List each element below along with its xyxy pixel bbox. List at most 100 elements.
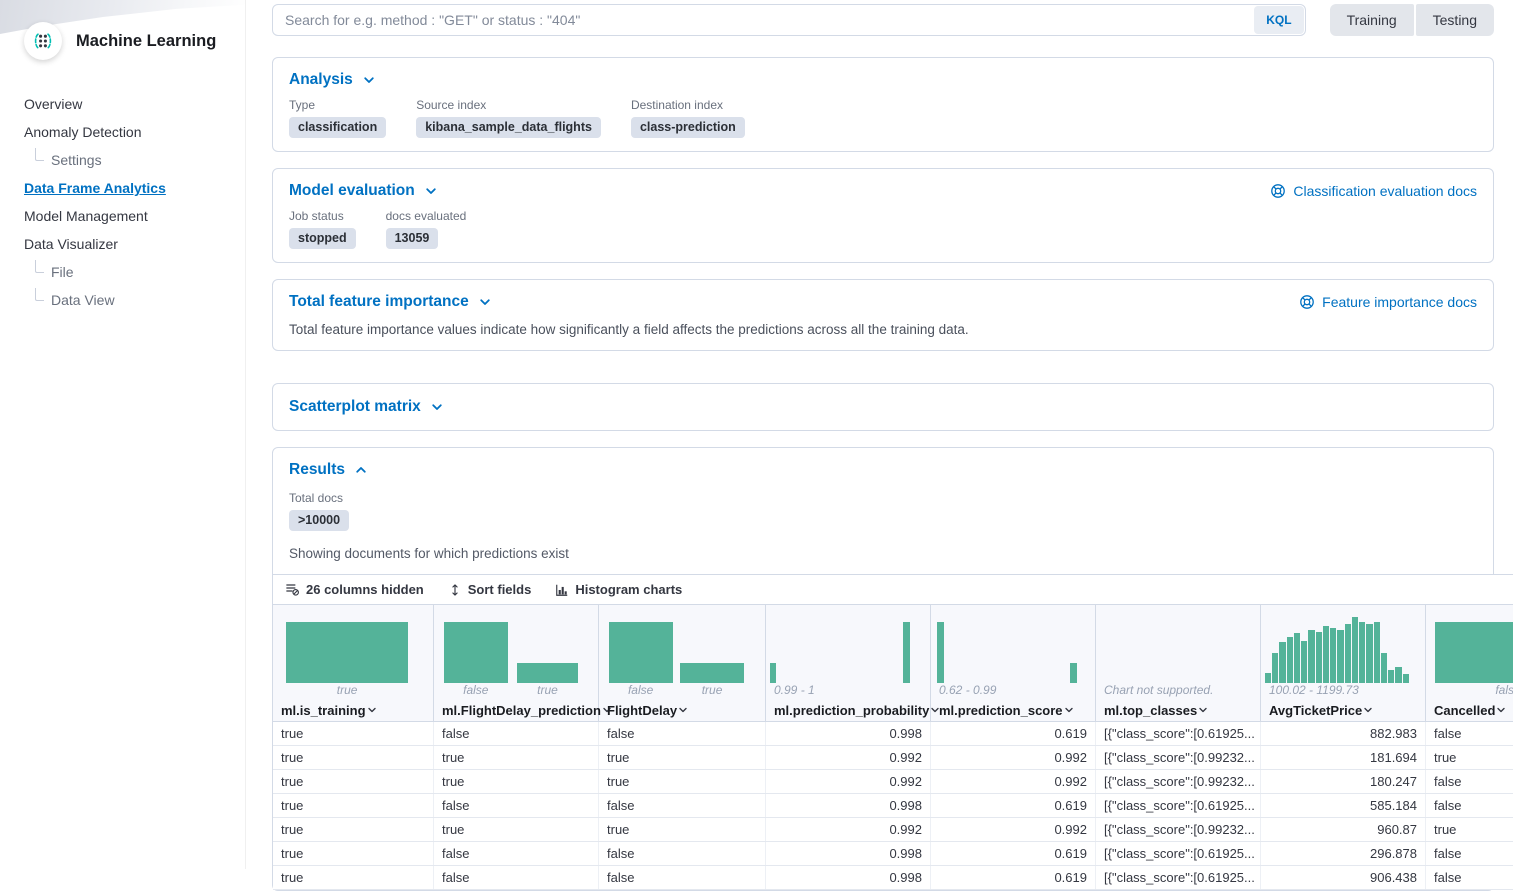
column-name[interactable]: ml.is_training [273,699,433,721]
table-cell: 180.247 [1261,770,1426,793]
column-header-avgticketprice[interactable]: 100.02 - 1199.73AvgTicketPrice [1261,605,1426,721]
sidebar-item-file[interactable]: File [24,258,229,286]
sidebar-item-label: Data Frame Analytics [24,180,166,196]
table-cell: 181.694 [1261,746,1426,769]
search-input[interactable] [272,4,1306,36]
sidebar-item-model-management[interactable]: Model Management [24,202,229,230]
histogram-bar [286,622,408,683]
column-header-ml-is-training[interactable]: trueml.is_training [273,605,434,721]
table-cell: false [434,842,599,865]
column-name[interactable]: Cancelled [1426,699,1513,721]
training-button[interactable]: Training [1330,4,1414,36]
column-name[interactable]: AvgTicketPrice [1261,699,1425,721]
chevron-down-icon[interactable] [1362,704,1374,716]
chevron-down-icon[interactable] [1495,704,1507,716]
column-header-flightdelay[interactable]: falsetrueFlightDelay [599,605,766,721]
table-cell: false [1426,770,1513,793]
scatterplot-matrix-panel-toggle[interactable]: Scatterplot matrix [289,398,444,416]
histogram-bar [1345,624,1351,683]
histogram-bar [1388,670,1394,683]
column-name-label: ml.prediction_score [939,703,1063,718]
columns-hidden-button[interactable]: 26 columns hidden [283,582,426,597]
table-cell: true [273,842,434,865]
table-cell: 0.619 [931,794,1096,817]
main-content: KQL Training Testing Analysis Type class… [246,0,1513,869]
app-title: Machine Learning [76,32,216,51]
chevron-down-icon[interactable] [1197,704,1209,716]
column-name[interactable]: ml.prediction_score [931,699,1095,721]
table-cell: [{"class_score":[0.61925... [1096,794,1261,817]
column-name[interactable]: ml.prediction_probability [766,699,930,721]
table-cell: [{"class_score":[0.99232... [1096,818,1261,841]
histogram-labels: falsetrue [599,683,765,699]
chevron-down-icon[interactable] [1063,704,1075,716]
column-histogram [599,605,765,683]
classification-evaluation-docs-link[interactable]: Classification evaluation docs [1270,183,1477,199]
panel-title: Results [289,461,345,479]
field-destination-index: Destination index class-prediction [631,98,745,138]
histogram-bar [1381,653,1387,683]
model-evaluation-panel-toggle[interactable]: Model evaluation [289,182,438,200]
histogram-bar [1403,674,1409,683]
sidebar-item-data-frame-analytics[interactable]: Data Frame Analytics [24,174,229,202]
feature-importance-docs-link[interactable]: Feature importance docs [1299,294,1477,310]
chevron-down-icon[interactable] [366,704,378,716]
histogram-bar [609,622,673,683]
table-cell: 0.992 [931,770,1096,793]
column-header-ml-flightdelay-prediction[interactable]: falsetrueml.FlightDelay_prediction [434,605,599,721]
grid-header: trueml.is_trainingfalsetrueml.FlightDela… [273,605,1513,722]
histogram-bar [1337,630,1343,683]
chevron-down-icon[interactable] [677,704,689,716]
sort-fields-button[interactable]: Sort fields [446,582,534,597]
histogram-bar [1287,637,1293,683]
field-docs-evaluated: docs evaluated 13059 [386,209,467,249]
table-cell: true [1426,818,1513,841]
tree-connector-icon [35,148,44,161]
sidebar-item-settings[interactable]: Settings [24,146,229,174]
sidebar-item-label: Model Management [24,208,148,224]
column-header-cancelled[interactable]: falseCancelled [1426,605,1513,721]
histogram-label: 0.62 - 0.99 [939,683,996,697]
histogram-bar [1301,641,1307,683]
chevron-down-icon [478,295,492,309]
field-type: Type classification [289,98,386,138]
table-cell: 0.619 [931,866,1096,889]
column-name-label: Cancelled [1434,703,1495,718]
sidebar-item-overview[interactable]: Overview [24,90,229,118]
toolbar-button-label: 26 columns hidden [306,582,424,597]
column-name-label: ml.prediction_probability [774,703,929,718]
table-cell: 960.87 [1261,818,1426,841]
column-name-label: ml.is_training [281,703,366,718]
feature-importance-panel-toggle[interactable]: Total feature importance [289,293,492,311]
chevron-down-icon [430,400,444,414]
field-value-badge: 13059 [386,228,439,249]
column-header-ml-prediction-probability[interactable]: 0.99 - 1ml.prediction_probability [766,605,931,721]
column-header-ml-top-classes[interactable]: Chart not supported.ml.top_classes [1096,605,1261,721]
toolbar-button-label: Histogram charts [575,582,682,597]
sidebar-item-data-visualizer[interactable]: Data Visualizer [24,230,229,258]
field-value-badge: >10000 [289,510,349,531]
sidebar-item-anomaly-detection[interactable]: Anomaly Detection [24,118,229,146]
field-label: Job status [289,209,356,223]
sidebar-item-label: Overview [24,96,82,112]
table-cell: false [1426,722,1513,745]
histogram-charts-button[interactable]: Histogram charts [553,582,684,597]
table-cell: false [599,794,766,817]
column-name[interactable]: FlightDelay [599,699,765,721]
table-row: truefalsefalse0.9980.619[{"class_score":… [273,722,1513,746]
analysis-panel-toggle[interactable]: Analysis [289,71,376,89]
table-cell: false [1426,794,1513,817]
testing-button[interactable]: Testing [1416,4,1494,36]
sidebar: Machine Learning Overview Anomaly Detecti… [0,0,246,869]
column-header-ml-prediction-score[interactable]: 0.62 - 0.99 ml.prediction_score [931,605,1096,721]
column-name[interactable]: ml.FlightDelay_prediction [434,699,598,721]
column-name[interactable]: ml.top_classes [1096,699,1260,721]
sidebar-item-data-view[interactable]: Data View [24,286,229,314]
results-panel-toggle[interactable]: Results [289,461,368,479]
kql-button[interactable]: KQL [1254,6,1303,34]
table-cell: 0.998 [766,842,931,865]
histogram-bar [1374,622,1380,683]
histogram-bar [1294,633,1300,683]
field-total-docs: Total docs >10000 [289,491,349,531]
column-name-label: AvgTicketPrice [1269,703,1362,718]
